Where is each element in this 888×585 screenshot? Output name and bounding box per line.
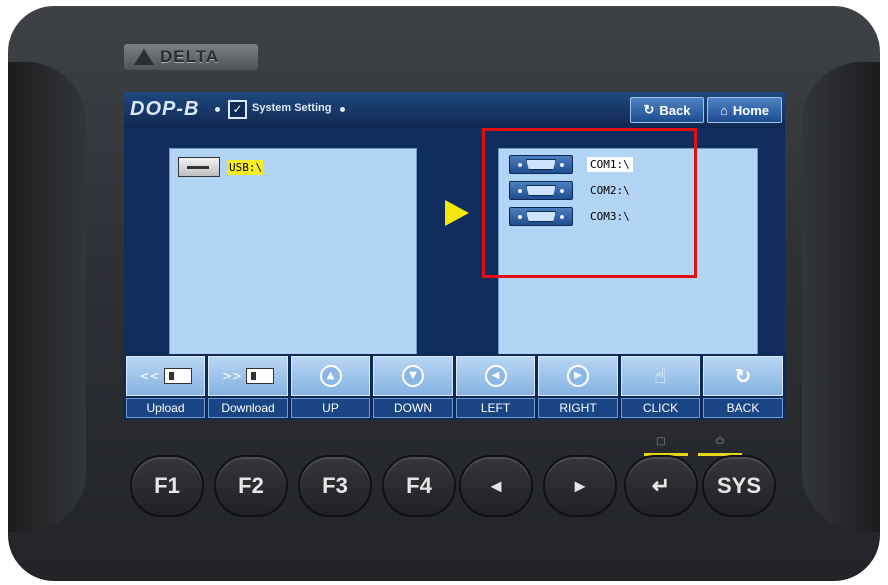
right-icon: ▶: [567, 365, 589, 387]
f1-key[interactable]: F1: [130, 455, 204, 517]
function-bar: << Upload >> Download ▲ UP ▼ DOWN ◀ LEFT…: [124, 354, 785, 420]
click-button[interactable]: ☝ CLICK: [621, 356, 700, 420]
bezel-right: [802, 62, 880, 532]
upload-icon: <<: [139, 368, 192, 384]
source-pane: USB:\: [169, 148, 417, 368]
home-button-label: Home: [732, 102, 769, 118]
enter-key[interactable]: ↵: [624, 455, 698, 517]
left-icon: ◀: [484, 365, 507, 387]
power-indicator-icon: ⏻: [716, 436, 724, 447]
home-icon: ⌂: [720, 102, 728, 118]
screen-header: DOP-B ✓ System Setting ↻ Back ⌂ Home: [124, 92, 785, 128]
up-icon: ▲: [319, 365, 342, 387]
down-icon: ▼: [402, 365, 424, 387]
hand-pointer-icon: ☝: [654, 364, 667, 388]
led-indicator-icon: □: [656, 436, 666, 447]
bezel-left: [8, 62, 86, 532]
brand-logo: DELTA: [124, 44, 258, 70]
highlight-box: [482, 128, 697, 278]
model-name: DOP-B: [130, 98, 200, 120]
back-button[interactable]: ↻ Back: [630, 97, 704, 123]
dot-icon: [215, 107, 220, 112]
list-item[interactable]: USB:\: [178, 157, 264, 177]
usb-label: USB:\: [228, 159, 264, 175]
down-label: DOWN: [373, 398, 453, 418]
left-button[interactable]: ◀ LEFT: [456, 356, 535, 420]
download-label: Download: [208, 398, 288, 418]
up-button[interactable]: ▲ UP: [291, 356, 370, 420]
right-arrow-key[interactable]: ►: [543, 455, 617, 517]
download-icon: >>: [222, 368, 275, 384]
sys-key[interactable]: SYS: [702, 455, 776, 517]
upload-button[interactable]: << Upload: [126, 356, 205, 420]
click-label: CLICK: [621, 398, 700, 418]
down-button[interactable]: ▼ DOWN: [373, 356, 453, 420]
back-button-label: Back: [659, 102, 691, 118]
brand-name: DELTA: [160, 47, 220, 66]
left-label: LEFT: [456, 398, 535, 418]
f2-key[interactable]: F2: [214, 455, 288, 517]
page-title: System Setting: [252, 102, 332, 114]
back-function-button[interactable]: ↻ BACK: [703, 356, 783, 420]
usb-drive-icon: [178, 157, 220, 177]
back-function-label: BACK: [703, 398, 783, 418]
right-label: RIGHT: [538, 398, 618, 418]
home-button[interactable]: ⌂ Home: [707, 97, 782, 123]
delta-logo-icon: [134, 49, 154, 65]
arrow-right-icon: [445, 200, 469, 226]
right-button[interactable]: ▶ RIGHT: [538, 356, 618, 420]
dot-icon: [340, 107, 345, 112]
f3-key[interactable]: F3: [298, 455, 372, 517]
back-icon: ↻: [643, 102, 655, 117]
back-icon: ↻: [734, 364, 752, 388]
up-label: UP: [291, 398, 370, 418]
f4-key[interactable]: F4: [382, 455, 456, 517]
upload-label: Upload: [126, 398, 205, 418]
download-button[interactable]: >> Download: [208, 356, 288, 420]
checkbox-icon: ✓: [228, 100, 247, 119]
left-arrow-key[interactable]: ◄: [459, 455, 533, 517]
